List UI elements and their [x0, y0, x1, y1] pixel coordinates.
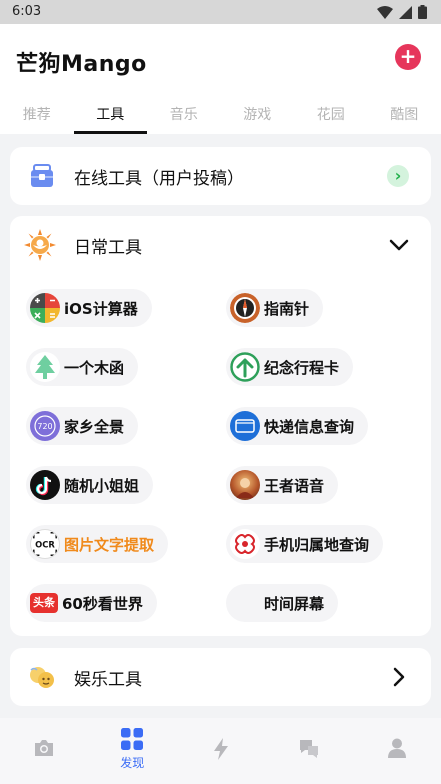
online-tools-header: 在线工具（用户投稿） ›: [10, 147, 431, 205]
tool-ios-calculator[interactable]: iOS计算器: [26, 289, 152, 327]
nav-profile[interactable]: [353, 718, 441, 784]
bottom-navigation: 发现: [0, 718, 441, 784]
tool-time-screen[interactable]: 时间屏幕: [226, 584, 339, 622]
battery-icon: [418, 5, 427, 19]
ocr-icon: OCR: [30, 529, 60, 559]
online-tools-title: 在线工具（用户投稿）: [74, 168, 244, 189]
sun-icon: [24, 229, 56, 261]
tool-label: iOS计算器: [64, 299, 138, 318]
chevron-down-icon[interactable]: [389, 239, 409, 251]
signal-icon: [399, 5, 412, 19]
tool-wooden-box[interactable]: 一个木函: [26, 348, 139, 386]
tool-label: 纪念行程卡: [264, 358, 340, 377]
online-tools-card[interactable]: 在线工具（用户投稿） ›: [10, 147, 431, 205]
tool-compass[interactable]: 指南针: [226, 289, 324, 327]
calculator-icon: [30, 293, 60, 323]
tool-label: 60秒看世界: [62, 594, 143, 613]
tab-games[interactable]: 游戏: [221, 94, 295, 134]
tool-label: 家乡全景: [64, 417, 125, 436]
app-logo: 芒狗Mango: [16, 52, 147, 77]
entertainment-tools-header: 娱乐工具: [10, 648, 431, 706]
tool-label: 随机小姐姐: [64, 476, 140, 495]
status-time: 6:03: [12, 4, 42, 19]
panorama-720-icon: 720: [30, 411, 60, 441]
toutiao-badge-text: 头条: [33, 596, 55, 609]
tab-garden[interactable]: 花园: [294, 94, 368, 134]
clock-icon: [230, 588, 260, 618]
tool-express-query[interactable]: 快递信息查询: [226, 407, 369, 445]
nav-chat[interactable]: [265, 718, 353, 784]
wifi-icon: [377, 5, 393, 19]
entertainment-tools-card[interactable]: 娱乐工具: [10, 648, 431, 706]
status-bar: 6:03: [0, 0, 441, 24]
daily-tools-card: 日常工具 iOS计算器 指南针 一个木函 纪念行程卡 720 家乡全景 快递信息…: [10, 216, 431, 636]
tool-random-girl[interactable]: 随机小姐姐: [26, 466, 154, 504]
panorama-badge-text: 720: [37, 422, 52, 431]
entertainment-tools-title: 娱乐工具: [74, 669, 142, 690]
tool-phone-location[interactable]: 手机归属地查询: [226, 525, 384, 563]
tool-label: 指南针: [264, 299, 310, 318]
tab-music[interactable]: 音乐: [147, 94, 221, 134]
china-unicom-icon: [230, 529, 260, 559]
chevron-right-icon[interactable]: ›: [387, 165, 409, 187]
nav-camera[interactable]: [0, 718, 88, 784]
tab-tools[interactable]: 工具: [73, 94, 148, 134]
daily-tools-header[interactable]: 日常工具: [10, 216, 431, 274]
express-icon: [230, 411, 260, 441]
emoji-icon: [30, 667, 54, 688]
app-header: 芒狗Mango +: [0, 24, 441, 94]
user-icon: [387, 738, 406, 758]
tool-king-voice[interactable]: 王者语音: [226, 466, 339, 504]
tiktok-icon: [30, 470, 60, 500]
compass-icon: [230, 293, 260, 323]
tab-cool-images[interactable]: 酷图: [368, 94, 441, 134]
tool-label: 手机归属地查询: [264, 535, 370, 554]
grid-icon: [121, 728, 144, 750]
tool-travel-card[interactable]: 纪念行程卡: [226, 348, 354, 386]
nav-discover-label: 发现: [120, 756, 145, 770]
toolbox-icon: [31, 164, 53, 187]
tool-label: 时间屏幕: [264, 594, 325, 613]
camera-icon: [35, 740, 54, 756]
toutiao-icon: 头条: [30, 593, 58, 613]
chat-icon: [299, 740, 318, 758]
tool-60s-world[interactable]: 头条 60秒看世界: [26, 584, 157, 622]
game-avatar-icon: [230, 470, 260, 500]
chevron-right-icon[interactable]: [393, 667, 405, 687]
daily-tools-title: 日常工具: [74, 237, 142, 258]
tool-label: 快递信息查询: [264, 417, 355, 436]
nav-discover[interactable]: 发现: [88, 718, 176, 784]
tool-label: 图片文字提取: [64, 535, 155, 554]
tab-recommend[interactable]: 推荐: [0, 94, 74, 134]
tool-label: 一个木函: [64, 358, 125, 377]
tool-image-text-extract[interactable]: OCR 图片文字提取: [26, 525, 169, 563]
category-tabs: 推荐 工具 音乐 游戏 花园 酷图: [0, 94, 441, 134]
status-icons: [377, 5, 427, 19]
arrow-up-icon: [230, 352, 260, 382]
lightning-icon: [213, 738, 228, 760]
tree-icon: [30, 352, 60, 382]
ocr-badge-text: OCR: [35, 540, 55, 550]
add-button[interactable]: +: [395, 44, 427, 70]
tool-label: 王者语音: [264, 476, 325, 495]
nav-lightning[interactable]: [176, 718, 264, 784]
tool-hometown-panorama[interactable]: 720 家乡全景: [26, 407, 139, 445]
